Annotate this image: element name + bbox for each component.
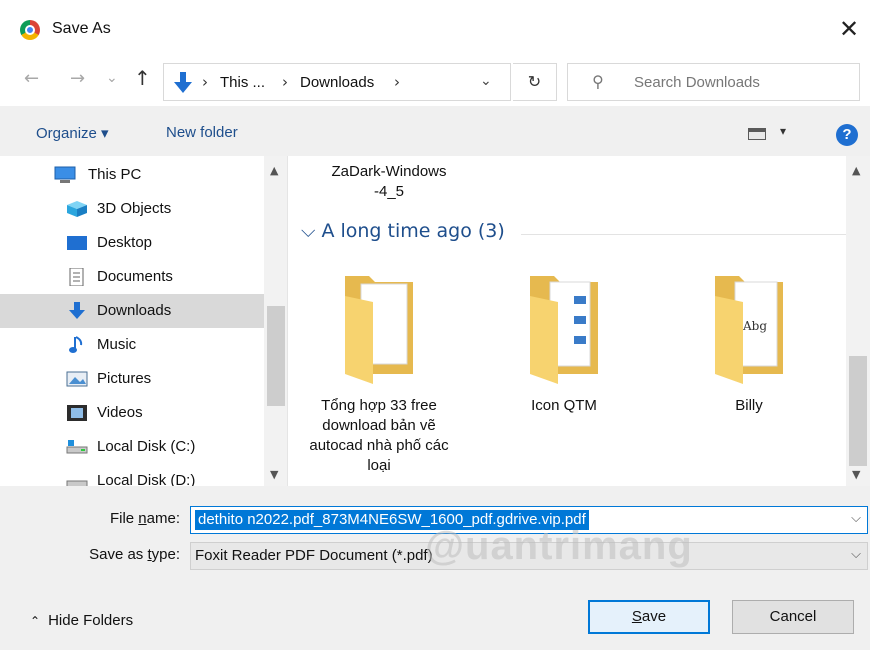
chevron-down-icon[interactable]: ⌵ [851,547,861,562]
download-icon [69,302,85,319]
scroll-up-arrow-icon[interactable]: ▲ [852,164,860,177]
folder-name: Icon QTM [531,397,597,414]
sidebar-item-music[interactable]: Music [0,328,264,362]
sidebar-item-label: 3D Objects [97,200,172,217]
scroll-down-arrow-icon[interactable]: ▼ [852,468,860,481]
up-button[interactable]: ↑ [134,66,151,90]
drive-icon [66,480,88,486]
sidebar-item-label: Downloads [97,302,172,319]
chevron-up-icon: ⌃ [30,614,41,628]
folder-name: Billy [735,397,763,414]
svg-text:Abg: Abg [742,319,767,333]
folder-icon [530,276,598,384]
picture-icon [66,371,88,387]
refresh-button[interactable]: ↻ [513,63,557,101]
navigation-bar: ← → ⌄ ↑ › This ... › Downloads › ⌄ ↻ ⚲ S… [0,56,870,106]
close-button[interactable]: ✕ [834,14,864,44]
organize-menu[interactable]: Organize ▾ [36,124,109,142]
back-button[interactable]: ← [24,68,39,89]
sidebar-item-3d-objects[interactable]: 3D Objects [0,192,264,226]
help-icon[interactable]: ? [836,124,858,146]
scroll-up-arrow-icon[interactable]: ▲ [270,164,278,177]
file-name-label: File name: [109,510,180,527]
breadcrumb-separator[interactable]: › [394,73,400,91]
folder-icon: Abg [715,276,783,384]
document-icon [69,268,84,286]
search-input[interactable]: Search Downloads [634,74,760,91]
chevron-down-icon[interactable]: ⌵ [851,511,861,526]
watermark-logo: @uantrimang [425,524,693,568]
forward-button[interactable]: → [70,68,85,89]
music-icon [69,336,83,353]
search-box[interactable]: ⚲ Search Downloads [567,63,860,101]
navigation-pane: This PC 3D Objects Desktop Documents Dow… [0,156,288,486]
search-icon: ⚲ [592,72,604,91]
hide-folders-label: Hide Folders [48,612,134,629]
save-button[interactable]: Save [588,600,710,634]
drive-icon [66,440,88,454]
sidebar-item-this-pc[interactable]: This PC [0,158,264,192]
sidebar-item-label: Music [97,336,137,353]
sidebar-item-label: This PC [88,166,142,183]
cancel-button[interactable]: Cancel [732,600,854,634]
sidebar-item-label: Videos [97,404,143,421]
video-icon [67,405,87,421]
folder-name: Tổng hợp 33 free download bản vẽ autocad… [309,397,449,474]
group-header[interactable]: ⌵ A long time ago (3) [301,220,505,242]
window-title: Save As [52,20,111,37]
sidebar-item-documents[interactable]: Documents [0,260,264,294]
sidebar-item-pictures[interactable]: Pictures [0,362,264,396]
breadcrumb-this-pc[interactable]: This ... [220,74,265,91]
sidebar-item-desktop[interactable]: Desktop [0,226,264,260]
sidebar-scrollbar[interactable]: ▲ ▼ [264,156,287,486]
view-dropdown-icon[interactable]: ▾ [780,124,786,138]
recent-locations-dropdown[interactable]: ⌄ [106,70,118,86]
download-arrow-icon [174,72,192,93]
sidebar-item-label: Pictures [97,370,152,387]
breadcrumb-separator[interactable]: › [202,73,208,91]
sidebar-item-downloads[interactable]: Downloads [0,294,264,328]
scroll-down-arrow-icon[interactable]: ▼ [270,468,278,481]
sidebar-item-videos[interactable]: Videos [0,396,264,430]
folder-icon [345,276,413,384]
sidebar-item-local-disk-d[interactable]: Local Disk (D:) [0,464,264,486]
new-folder-button[interactable]: New folder [166,124,238,141]
hide-folders-button[interactable]: ⌃ Hide Folders [30,612,133,629]
file-list: ZaDark-Windows -4_5 ⌵ A long time ago (3… [289,156,870,486]
command-toolbar: Organize ▾ New folder ▾ ? [0,106,870,156]
save-type-label: Save as type: [89,546,180,563]
computer-icon [54,166,76,183]
cube-icon [67,201,87,217]
address-bar[interactable]: › This ... › Downloads › ⌄ [163,63,511,101]
breadcrumb-downloads[interactable]: Downloads [300,74,374,91]
breadcrumb-separator[interactable]: › [282,73,288,91]
save-type-value: Foxit Reader PDF Document (*.pdf) [195,547,433,564]
sidebar-item-label: Local Disk (D:) [97,472,196,486]
title-bar: Save As ✕ [0,0,870,56]
sidebar-item-label: Desktop [97,234,153,251]
scrollbar-thumb[interactable] [849,356,867,466]
sidebar-item-label: Local Disk (C:) [97,438,196,455]
chrome-icon [20,20,40,40]
scrollbar-thumb[interactable] [267,306,285,406]
address-dropdown-icon[interactable]: ⌄ [480,73,492,89]
content-scrollbar[interactable]: ▲ ▼ [846,156,870,486]
sidebar-item-label: Documents [97,268,173,285]
view-options-icon[interactable] [748,128,766,140]
group-divider [521,234,846,235]
sidebar-item-local-disk-c[interactable]: Local Disk (C:) [0,430,264,464]
desktop-icon [67,236,87,250]
file-item-zadark[interactable]: ZaDark-Windows -4_5 [319,162,459,202]
